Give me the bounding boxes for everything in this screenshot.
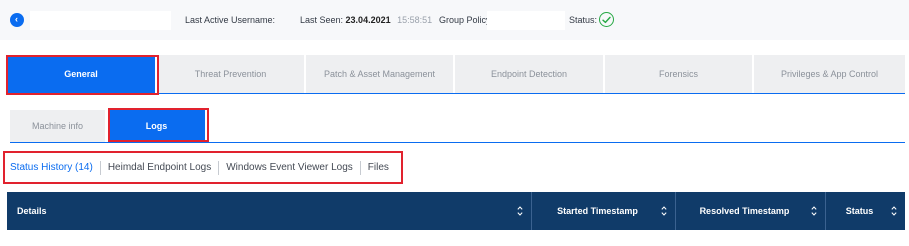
link-heimdal-endpoint-logs[interactable]: Heimdal Endpoint Logs	[108, 162, 211, 173]
last-seen-date: 23.04.2021	[345, 15, 391, 25]
column-label: Resolved Timestamp	[699, 206, 790, 216]
last-seen-time: 15:58:51	[397, 15, 433, 25]
last-seen-info: Last Seen: 23.04.2021 15:58:51	[300, 14, 432, 26]
table-header: Details Started Timestamp Resolved Times…	[7, 192, 905, 230]
link-status-history[interactable]: Status History (14)	[10, 162, 93, 173]
status-label: Status:	[569, 15, 598, 25]
column-started-timestamp[interactable]: Started Timestamp	[532, 192, 676, 230]
sub-tab-underline	[10, 142, 905, 143]
machine-name-field	[30, 11, 171, 30]
check-circle-icon	[599, 12, 614, 27]
sort-icon	[661, 206, 667, 216]
tab-threat-prevention[interactable]: Threat Prevention	[157, 55, 306, 93]
link-files[interactable]: Files	[368, 162, 389, 173]
column-details[interactable]: Details	[7, 192, 532, 230]
back-button[interactable]: ‹	[10, 13, 24, 27]
link-divider	[359, 160, 361, 175]
tab-endpoint-detection[interactable]: Endpoint Detection	[455, 55, 605, 93]
logs-tab-highlight	[108, 108, 209, 142]
log-type-links: Status History (14) Heimdal Endpoint Log…	[3, 151, 403, 184]
tab-privileges-app-control[interactable]: Privileges & App Control	[754, 55, 905, 93]
column-status[interactable]: Status	[826, 192, 905, 230]
column-label: Started Timestamp	[557, 206, 638, 216]
link-divider	[218, 160, 220, 175]
tab-forensics[interactable]: Forensics	[605, 55, 754, 93]
general-tab-highlight	[6, 55, 159, 95]
tab-machine-info[interactable]: Machine info	[10, 110, 105, 142]
sort-icon	[891, 206, 897, 216]
chevron-left-icon: ‹	[15, 14, 18, 24]
link-windows-event-viewer-logs[interactable]: Windows Event Viewer Logs	[226, 162, 353, 173]
sort-icon	[517, 206, 523, 216]
link-divider	[99, 160, 101, 175]
column-resolved-timestamp[interactable]: Resolved Timestamp	[676, 192, 826, 230]
column-label: Details	[17, 206, 47, 216]
sort-icon	[811, 206, 817, 216]
machine-info-bar: ‹ Last Active Username: Last Seen: 23.04…	[0, 0, 909, 40]
column-label: Status	[845, 206, 874, 216]
last-active-username-label: Last Active Username:	[185, 15, 276, 25]
group-policy-label: Group Policy:	[439, 15, 494, 25]
last-seen-label: Last Seen:	[300, 15, 344, 25]
tab-patch-asset-management[interactable]: Patch & Asset Management	[306, 55, 455, 93]
group-policy-value	[487, 11, 565, 30]
